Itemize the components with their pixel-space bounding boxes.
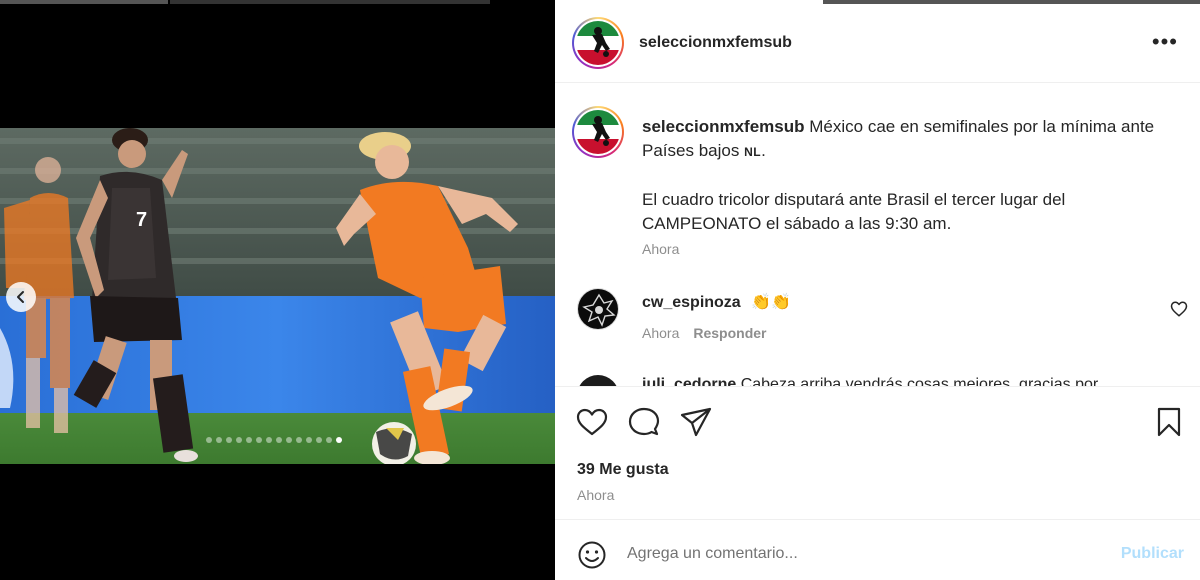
author-avatar[interactable]: [572, 17, 624, 69]
comment-meta: Ahora Responder: [642, 325, 766, 341]
nl-flag-emoji: NL: [744, 145, 762, 159]
commenter-avatar[interactable]: [577, 288, 619, 330]
caption-username[interactable]: seleccionmxfemsub: [642, 117, 805, 136]
carousel-dot: [206, 437, 212, 443]
chevron-left-icon: [17, 291, 24, 303]
caption-text: seleccionmxfemsub México cae en semifina…: [642, 115, 1182, 236]
heart-icon[interactable]: [575, 405, 609, 439]
carousel-dot: [326, 437, 332, 443]
carousel-dot: [226, 437, 232, 443]
carousel-dot: [316, 437, 322, 443]
carousel-dot: [276, 437, 282, 443]
post-timestamp: Ahora: [577, 487, 615, 503]
caption-body-2: El cuadro tricolor disputará ante Brasil…: [642, 190, 1066, 233]
carousel-dot: [256, 437, 262, 443]
top-progress-bar: [170, 0, 490, 4]
carousel-dot: [336, 437, 342, 443]
comment-emoji: 👏👏: [751, 294, 791, 311]
comment-username[interactable]: cw_espinoza: [642, 294, 741, 311]
football-match-image: 7: [0, 128, 555, 464]
reply-button[interactable]: Responder: [693, 325, 766, 341]
sketch-avatar-icon: [578, 289, 618, 329]
comment-icon[interactable]: [627, 405, 661, 439]
bookmark-icon[interactable]: [1152, 405, 1186, 439]
carousel-prev-button[interactable]: [6, 282, 36, 312]
jersey-number: 7: [136, 209, 147, 231]
carousel-dot: [266, 437, 272, 443]
comments-scroll-clip: juli_cedorne Cabeza arriba vendrás cosas…: [555, 370, 1200, 386]
carousel-dot: [236, 437, 242, 443]
post-details-panel: seleccionmxfemsub ••• seleccionmxfemsub …: [555, 0, 1200, 580]
mexico-flag-avatar-icon: [576, 110, 620, 154]
comment-username[interactable]: juli_cedorne: [642, 376, 736, 386]
comment-composer: Publicar: [555, 521, 1200, 580]
carousel-dot: [296, 437, 302, 443]
caption-timestamp: Ahora: [642, 241, 680, 257]
post-photo[interactable]: 7: [0, 128, 555, 464]
commenter-avatar[interactable]: [577, 375, 619, 386]
comment-text: juli_cedorne Cabeza arriba vendrás cosas…: [642, 376, 1098, 386]
post-header: seleccionmxfemsub •••: [555, 4, 1200, 83]
instagram-post-modal: 7 seleccionmxfemsub ••• seleccionmxfemsu…: [0, 0, 1200, 580]
carousel-dot: [246, 437, 252, 443]
comment-input[interactable]: [627, 542, 1087, 566]
share-icon[interactable]: [679, 405, 713, 439]
likes-count[interactable]: 39 Me gusta: [577, 461, 669, 479]
post-actions: 39 Me gusta Ahora: [555, 386, 1200, 520]
comment-timestamp: Ahora: [642, 325, 680, 341]
comment-text: cw_espinoza 👏👏: [642, 292, 791, 312]
emoji-icon[interactable]: [577, 540, 607, 570]
comment-like-icon[interactable]: [1170, 300, 1188, 318]
author-username[interactable]: seleccionmxfemsub: [639, 34, 792, 52]
mexico-flag-avatar-icon: [576, 21, 620, 65]
top-progress-bar: [0, 0, 168, 4]
publish-button[interactable]: Publicar: [1121, 545, 1184, 563]
carousel-dot: [216, 437, 222, 443]
caption-avatar[interactable]: [572, 106, 624, 158]
more-options-icon[interactable]: •••: [1152, 31, 1178, 53]
carousel-dot: [286, 437, 292, 443]
post-media: 7: [0, 0, 555, 580]
carousel-dot: [306, 437, 312, 443]
carousel-indicator: [206, 437, 342, 443]
comment-body: Cabeza arriba vendrás cosas mejores, gra…: [740, 376, 1099, 386]
